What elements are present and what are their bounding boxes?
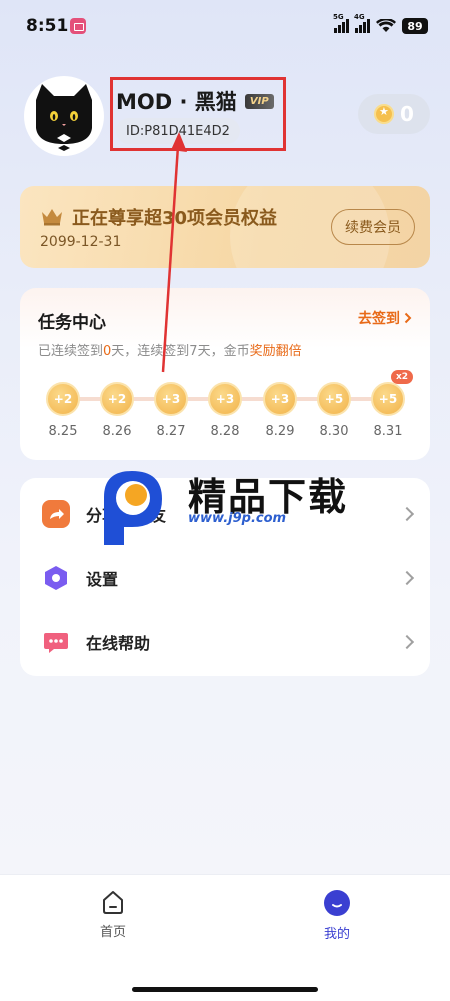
signal-5g-icon: 5G <box>333 13 349 33</box>
black-cat-avatar-icon <box>36 84 92 151</box>
chevron-right-icon <box>399 506 415 522</box>
checkin-day[interactable]: +3 8.28 <box>208 382 242 439</box>
checkin-day[interactable]: +3 8.29 <box>263 382 297 439</box>
signal-4g-label: 4G <box>354 13 365 21</box>
member-card[interactable]: 正在尊享超30项会员权益 2099-12-31 续费会员 <box>20 186 430 268</box>
profile-icon <box>324 890 350 916</box>
menu-label: 设置 <box>86 570 119 589</box>
reward-bubble: +5 <box>371 382 405 416</box>
coin-count: 0 <box>400 102 414 126</box>
checkin-day[interactable]: +5 8.30 <box>317 382 351 439</box>
member-expiry-date: 2099-12-31 <box>40 234 122 250</box>
reward-bubble: +3 <box>263 382 297 416</box>
home-icon <box>103 891 123 914</box>
day-date: 8.27 <box>156 424 186 439</box>
crown-icon <box>42 209 62 226</box>
annotation-highlight-box <box>110 77 286 151</box>
menu-item-settings[interactable]: 设置 <box>20 546 430 610</box>
menu-item-help[interactable]: 在线帮助 <box>20 610 430 674</box>
help-chat-icon <box>42 628 70 656</box>
avatar[interactable] <box>24 76 104 156</box>
settings-hexagon-icon <box>42 564 70 592</box>
tab-label: 首页 <box>99 925 126 940</box>
day-date: 8.25 <box>48 424 78 439</box>
share-icon <box>42 500 70 528</box>
reward-bubble: +5 <box>317 382 351 416</box>
chevron-right-icon <box>399 570 415 586</box>
task-center-card: 任务中心 去签到 已连续签到0天，连续签到7天，金币奖励翻倍 +2 8.25 +… <box>20 288 430 460</box>
watermark-logo-icon <box>104 471 162 545</box>
menu-label: 在线帮助 <box>86 634 151 653</box>
annotation-arrow-icon <box>161 132 187 373</box>
checkin-day[interactable]: +3 8.27 <box>154 382 188 439</box>
wifi-icon <box>376 19 396 32</box>
tab-label: 我的 <box>323 927 350 942</box>
reward-bubble: +2 <box>46 382 80 416</box>
battery-indicator: 89 <box>402 18 428 34</box>
day-date: 8.29 <box>265 424 295 439</box>
calendar-app-icon <box>70 18 86 34</box>
reward-bubble: +3 <box>154 382 188 416</box>
chevron-right-icon <box>399 634 415 650</box>
reward-bubble: +3 <box>208 382 242 416</box>
checkin-day[interactable]: +5 8.31 <box>371 382 405 439</box>
checkin-day[interactable]: +2 8.25 <box>46 382 80 439</box>
status-indicators: 5G 4G 89 <box>333 13 428 36</box>
summary-highlight: 奖励翻倍 <box>249 344 302 359</box>
checkin-button[interactable]: 去签到 <box>358 308 412 328</box>
tab-home[interactable]: 首页 <box>83 889 143 940</box>
coin-icon <box>374 104 395 124</box>
checkin-label: 去签到 <box>358 311 400 327</box>
day-date: 8.28 <box>210 424 240 439</box>
chevron-right-icon <box>404 312 412 324</box>
status-time: 8:51 <box>26 16 69 36</box>
coin-balance-button[interactable]: 0 <box>358 94 430 134</box>
home-indicator[interactable] <box>132 987 318 992</box>
bottom-navigation: 首页 我的 <box>0 874 450 1001</box>
day-date: 8.31 <box>373 424 403 439</box>
day-date: 8.26 <box>102 424 132 439</box>
signal-4g-icon: 4G <box>354 13 370 33</box>
reward-bubble: +2 <box>100 382 134 416</box>
checkin-day[interactable]: +2 8.26 <box>100 382 134 439</box>
renew-membership-button[interactable]: 续费会员 <box>331 209 415 245</box>
signal-5g-label: 5G <box>333 13 344 21</box>
task-center-title: 任务中心 <box>38 313 106 333</box>
tab-profile[interactable]: 我的 <box>307 889 367 942</box>
watermark-url: www.j9p.com <box>188 511 287 526</box>
day-date: 8.30 <box>319 424 349 439</box>
double-reward-badge: x2 <box>391 370 414 384</box>
summary-prefix: 已连续签到 <box>38 344 104 359</box>
